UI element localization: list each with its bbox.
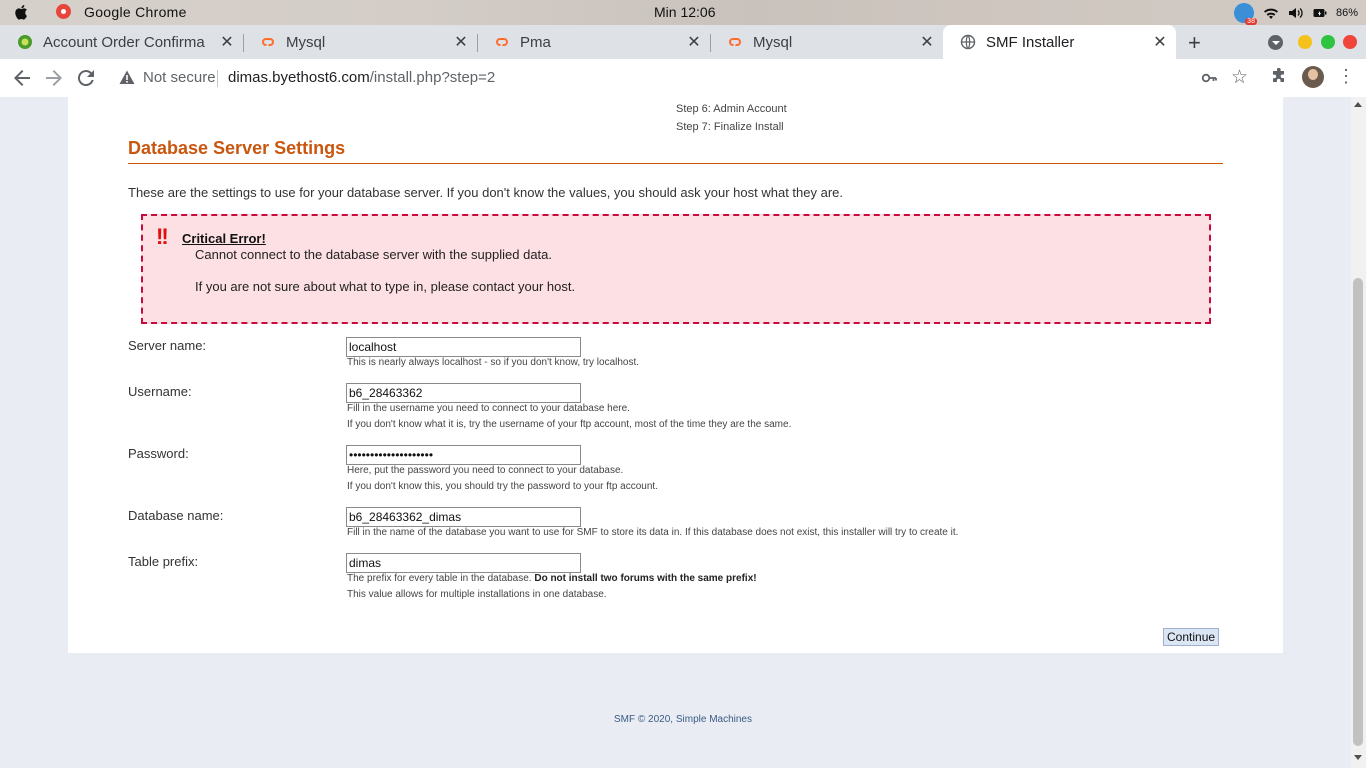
close-icon[interactable]: ✕ (217, 32, 237, 52)
username-hint: Fill in the username you need to connect… (347, 403, 630, 414)
cpanel-icon (262, 38, 274, 46)
key-icon[interactable] (1201, 70, 1217, 86)
critical-error-box: !! Critical Error! Cannot connect to the… (141, 214, 1211, 324)
footer-link-simple-machines[interactable]: Simple Machines (676, 714, 752, 725)
username-hint-2: If you don't know what it is, try the us… (347, 419, 792, 430)
step-item: Step 7: Finalize Install (676, 121, 784, 133)
close-icon[interactable]: ✕ (917, 32, 937, 52)
tab-account-order[interactable]: Account Order Confirma ✕ (0, 25, 244, 59)
continue-button[interactable]: Continue (1163, 628, 1220, 646)
new-tab-button[interactable]: + (1188, 30, 1201, 56)
error-title: Critical Error! (182, 231, 266, 246)
cpanel-icon (729, 38, 741, 46)
security-label[interactable]: Not secure (143, 69, 216, 86)
globe-icon (960, 34, 976, 50)
battery-icon[interactable] (1313, 8, 1327, 18)
tab-title: Mysql (286, 33, 326, 51)
omnibox-divider (217, 70, 218, 87)
wifi-icon[interactable] (1263, 6, 1279, 20)
page-title: Database Server Settings (128, 138, 1223, 164)
clock[interactable]: Min 12:06 (654, 4, 715, 20)
server-name-input[interactable] (346, 337, 581, 357)
database-name-label: Database name: (128, 508, 224, 523)
server-name-label: Server name: (128, 338, 207, 353)
password-hint-2: If you don't know this, you should try t… (347, 481, 658, 492)
step-item: Step 6: Admin Account (676, 103, 787, 115)
scroll-down-icon[interactable] (1354, 755, 1362, 760)
tab-mysql-2[interactable]: Mysql ✕ (710, 25, 943, 59)
hosting-favicon-icon (18, 35, 32, 49)
maximize-button[interactable] (1321, 35, 1335, 49)
step-list: Step 6: Admin Account Step 7: Finalize I… (676, 100, 787, 136)
browser-toolbar: Not secure dimas.byethost6.com/install.p… (0, 59, 1366, 98)
table-prefix-hint: The prefix for every table in the databa… (347, 573, 757, 584)
tab-pma[interactable]: Pma ✕ (477, 25, 711, 59)
cpanel-icon (496, 38, 508, 46)
back-arrow-icon (14, 70, 30, 86)
tab-smf-installer[interactable]: SMF Installer ✕ (943, 25, 1176, 59)
page-footer: SMF © 2020, Simple Machines (0, 714, 1351, 725)
active-app-name[interactable]: Google Chrome (84, 4, 187, 20)
close-icon[interactable]: ✕ (1150, 32, 1170, 52)
table-prefix-hint-2: This value allows for multiple installat… (347, 589, 607, 600)
back-button[interactable] (10, 66, 34, 90)
url-path: /install.php?step=2 (369, 69, 496, 86)
password-label: Password: (128, 446, 189, 461)
close-icon[interactable]: ✕ (451, 32, 471, 52)
bookmark-star-icon[interactable]: ☆ (1231, 66, 1248, 89)
reload-button[interactable] (74, 66, 98, 90)
close-icon[interactable]: ✕ (684, 32, 704, 52)
table-prefix-warning: Do not install two forums with the same … (534, 573, 757, 584)
database-name-input[interactable] (346, 507, 581, 527)
volume-icon[interactable] (1288, 6, 1304, 20)
scrollbar-thumb[interactable] (1353, 278, 1363, 746)
close-window-button[interactable] (1343, 35, 1357, 49)
tab-search-icon[interactable] (1268, 35, 1283, 50)
server-name-hint: This is nearly always localhost - so if … (347, 357, 640, 368)
tab-title: SMF Installer (986, 33, 1075, 51)
profile-avatar[interactable] (1302, 66, 1324, 88)
chrome-app-icon (56, 4, 71, 19)
forward-button[interactable] (42, 66, 66, 90)
installer-panel: Step 6: Admin Account Step 7: Finalize I… (68, 97, 1283, 653)
error-message: Cannot connect to the database server wi… (195, 247, 553, 262)
username-input[interactable] (346, 383, 581, 403)
table-prefix-label: Table prefix: (128, 554, 199, 569)
password-hint: Here, put the password you need to conne… (347, 465, 624, 476)
tab-mysql-1[interactable]: Mysql ✕ (243, 25, 478, 59)
apple-icon[interactable] (13, 3, 31, 21)
footer-copyright: SMF © 2020, (614, 714, 676, 725)
forward-arrow-icon (46, 70, 62, 86)
tab-title: Mysql (753, 33, 793, 51)
url-text[interactable]: dimas.byethost6.com/install.php?step=2 (228, 69, 495, 86)
tab-strip: Account Order Confirma ✕ Mysql ✕ Pma ✕ M… (0, 25, 1366, 59)
url-host: dimas.byethost6.com (228, 69, 370, 86)
address-bar[interactable]: Not secure dimas.byethost6.com/install.p… (107, 63, 1259, 93)
table-prefix-input[interactable] (346, 553, 581, 573)
extensions-puzzle-icon[interactable] (1270, 68, 1288, 86)
vertical-scrollbar[interactable] (1351, 97, 1366, 768)
os-menu-bar: Google Chrome Min 12:06 38 86% (0, 0, 1366, 25)
kebab-menu-icon[interactable]: ⋮ (1337, 67, 1355, 85)
minimize-button[interactable] (1298, 35, 1312, 49)
database-name-hint: Fill in the name of the database you wan… (347, 527, 959, 538)
scroll-up-icon[interactable] (1354, 102, 1362, 107)
username-label: Username: (128, 384, 192, 399)
battery-percent: 86% (1335, 6, 1358, 19)
reload-icon (77, 70, 94, 87)
tab-title: Account Order Confirma (43, 33, 205, 51)
telegram-icon[interactable]: 38 (1233, 2, 1257, 25)
telegram-badge: 38 (1245, 17, 1257, 25)
page-viewport: Step 6: Admin Account Step 7: Finalize I… (0, 97, 1351, 768)
table-prefix-hint-text: The prefix for every table in the databa… (347, 573, 535, 584)
tab-title: Pma (520, 33, 551, 51)
error-help: If you are not sure about what to type i… (195, 279, 576, 294)
system-tray: 38 86% (1233, 2, 1358, 25)
intro-text: These are the settings to use for your d… (128, 185, 843, 200)
error-icon: !! (156, 224, 169, 249)
warning-icon[interactable] (119, 70, 135, 85)
password-input[interactable] (346, 445, 581, 465)
